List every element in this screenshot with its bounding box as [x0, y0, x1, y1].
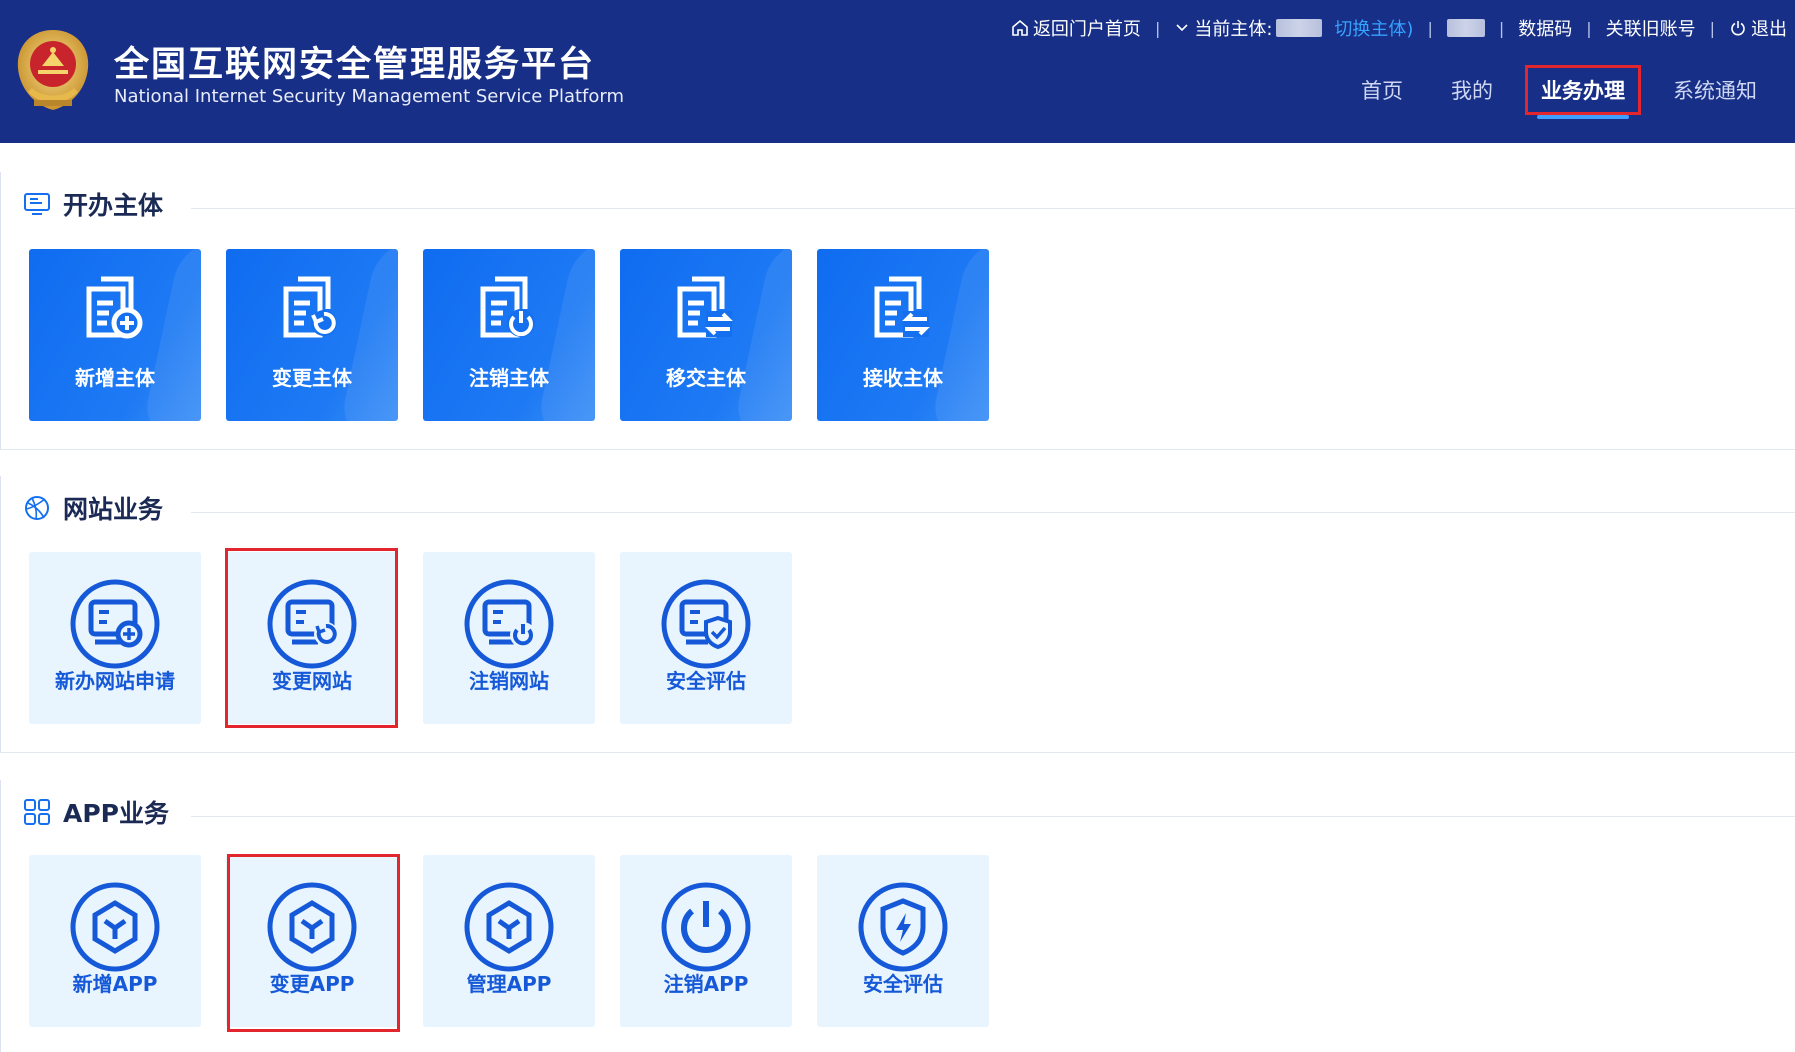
tab-home[interactable]: 首页: [1337, 62, 1427, 118]
manage-app-card[interactable]: 管理APP: [423, 855, 595, 1027]
home-portal-link[interactable]: 返回门户首页: [1011, 15, 1141, 41]
chevron-down-icon: [1176, 24, 1188, 32]
section-header: 开办主体: [23, 186, 184, 222]
section-header: APP业务: [23, 794, 189, 830]
highlight-box: [1525, 65, 1641, 115]
separator: |: [1498, 18, 1505, 38]
section-header: 网站业务: [23, 490, 184, 526]
website-security-assessment-card[interactable]: 安全评估: [620, 552, 792, 724]
cancel-app-card[interactable]: 注销APP: [620, 855, 792, 1027]
divider: [191, 512, 1795, 513]
national-emblem-icon: [17, 30, 89, 110]
tab-notifications[interactable]: 系统通知: [1649, 62, 1781, 118]
header: 全国互联网安全管理服务平台 National Internet Security…: [0, 0, 1795, 143]
card-label: 接收主体: [863, 366, 943, 390]
separator: |: [1709, 18, 1715, 38]
card-label: 注销APP: [663, 972, 749, 996]
data-code-label: 数据码: [1518, 19, 1573, 40]
section-app: APP业务 新增APP 变更APP 管理APP 注销APP 安全评估: [0, 780, 1795, 1052]
user-account[interactable]: [1446, 19, 1485, 37]
app-security-assessment-card[interactable]: 安全评估: [817, 855, 989, 1027]
tab-business[interactable]: 业务办理: [1517, 62, 1649, 119]
top-utility-bar: 返回门户首页 | 当前主体: 切换主体) | | 数据码 | 关联旧账号 | 退…: [1011, 14, 1787, 42]
app-box-icon: [464, 882, 554, 972]
globe-icon: [25, 496, 49, 520]
document-power-icon: [480, 276, 535, 338]
card-label: 移交主体: [666, 366, 746, 390]
tab-label: 首页: [1361, 79, 1403, 103]
divider: [191, 208, 1795, 209]
document-transfer-icon: [677, 276, 733, 338]
highlight-box: [227, 854, 400, 1032]
cancel-entity-card[interactable]: 注销主体: [423, 249, 595, 421]
data-code-link[interactable]: 数据码: [1518, 15, 1572, 41]
card-label: 安全评估: [666, 669, 746, 693]
card-label: 注销网站: [469, 669, 549, 693]
cancel-website-card[interactable]: 注销网站: [423, 552, 595, 724]
new-website-card[interactable]: 新办网站申请: [29, 552, 201, 724]
active-tab-indicator: [1537, 115, 1629, 119]
power-icon: [661, 882, 751, 972]
card-label: 新办网站申请: [55, 669, 175, 693]
document-refresh-icon: [283, 276, 337, 338]
logout-button[interactable]: 退出: [1729, 15, 1787, 41]
document-add-icon: [86, 276, 143, 339]
redacted-entity-name: [1276, 19, 1323, 37]
document-receive-icon: [874, 276, 930, 338]
card-label: 新增APP: [72, 972, 158, 996]
redacted-username: [1446, 19, 1485, 37]
link-old-account-label: 关联旧账号: [1605, 19, 1696, 40]
home-icon: [1012, 19, 1028, 36]
link-old-account-link[interactable]: 关联旧账号: [1606, 15, 1696, 41]
section-title: 开办主体: [63, 191, 164, 220]
platform-title: 全国互联网安全管理服务平台: [114, 45, 596, 85]
section-website: 网站业务 新办网站申请 变更网站 注销网站 安全评估: [0, 476, 1795, 753]
separator: |: [1154, 18, 1161, 38]
add-entity-card[interactable]: 新增主体: [29, 249, 201, 421]
section-entity: 开办主体 新增主体 变更主体 注销主体 移交主体 接收主体: [0, 172, 1795, 450]
add-app-card[interactable]: 新增APP: [29, 855, 201, 1027]
tab-label: 系统通知: [1673, 79, 1757, 103]
card-label: 变更主体: [272, 366, 352, 390]
website-shield-icon: [661, 579, 751, 669]
transfer-entity-card[interactable]: 移交主体: [620, 249, 792, 421]
logout-label: 退出: [1751, 19, 1787, 40]
platform-subtitle: National Internet Security Management Se…: [114, 86, 625, 107]
website-add-icon: [70, 579, 160, 669]
card-label: 管理APP: [466, 972, 552, 996]
home-portal-label: 返回门户首页: [1032, 19, 1141, 40]
section-title: APP业务: [63, 799, 169, 828]
current-entity[interactable]: 当前主体: 切换主体): [1174, 15, 1413, 41]
divider: [191, 816, 1795, 817]
grid-icon: [24, 799, 50, 825]
app-box-icon: [70, 882, 160, 972]
monitor-icon: [24, 193, 50, 215]
card-label: 注销主体: [469, 366, 549, 390]
card-label: 安全评估: [863, 972, 943, 996]
shield-lightning-icon: [858, 882, 948, 972]
change-entity-card[interactable]: 变更主体: [226, 249, 398, 421]
highlight-box: [225, 548, 398, 728]
card-label: 新增主体: [75, 366, 155, 390]
section-title: 网站业务: [63, 495, 164, 524]
tab-label: 我的: [1451, 79, 1493, 103]
tab-mine[interactable]: 我的: [1427, 62, 1517, 118]
main-nav: 首页 我的 业务办理 系统通知: [1337, 62, 1781, 119]
current-entity-label: 当前主体:: [1194, 19, 1273, 40]
switch-entity-link[interactable]: 切换主体): [1334, 15, 1413, 41]
website-power-icon: [464, 579, 554, 669]
separator: |: [1427, 18, 1433, 38]
separator: |: [1586, 18, 1592, 38]
receive-entity-card[interactable]: 接收主体: [817, 249, 989, 421]
power-icon: [1731, 21, 1745, 36]
